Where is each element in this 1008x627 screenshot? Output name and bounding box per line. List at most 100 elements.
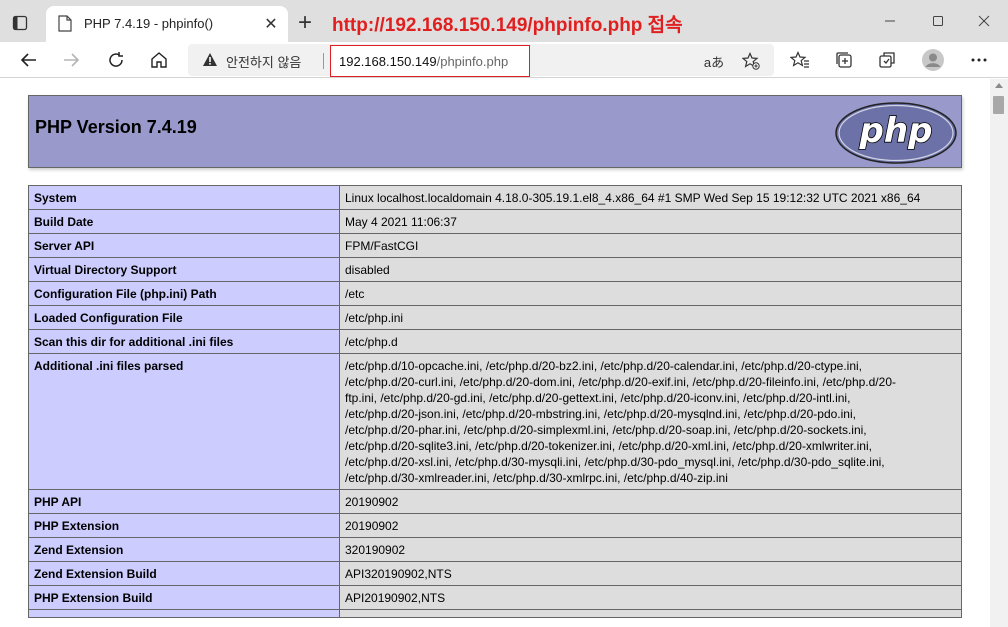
plus-icon[interactable]: + bbox=[292, 9, 318, 36]
row-value: May 4 2021 11:06:37 bbox=[339, 209, 962, 234]
row-key: Scan this dir for additional .ini files bbox=[28, 329, 340, 354]
row-key: PHP API bbox=[28, 489, 340, 514]
tab-title: PHP 7.4.19 - phpinfo() bbox=[84, 16, 214, 31]
row-value-line: /etc bbox=[345, 287, 365, 301]
minimize-icon[interactable] bbox=[876, 8, 904, 34]
row-value: Linux localhost.localdomain 4.18.0-305.1… bbox=[339, 185, 962, 210]
row-value-line: /etc/php.d/10-opcache.ini, /etc/php.d/20… bbox=[345, 359, 862, 373]
read-aloud-icon[interactable]: aあ bbox=[703, 50, 725, 72]
page-title: PHP Version 7.4.19 bbox=[35, 117, 197, 137]
table-row: PHP Extension 20190902 bbox=[28, 513, 962, 538]
row-value: /etc/php.d/10-opcache.ini, /etc/php.d/20… bbox=[339, 353, 962, 490]
url-field[interactable]: 192.168.150.149/phpinfo.php bbox=[330, 45, 530, 77]
row-key: PHP Extension bbox=[28, 513, 340, 538]
table-row: Build Date May 4 2021 11:06:37 bbox=[28, 209, 962, 234]
table-row: Zend Extension 320190902 bbox=[28, 537, 962, 562]
row-key bbox=[28, 609, 340, 618]
row-value-line: /etc/php.d/20-phar.ini, /etc/php.d/20-si… bbox=[345, 423, 867, 437]
row-value-line: May 4 2021 11:06:37 bbox=[345, 215, 457, 229]
row-key: Configuration File (php.ini) Path bbox=[28, 281, 340, 306]
favorites-icon[interactable] bbox=[785, 45, 815, 75]
row-value: /etc/php.d bbox=[339, 329, 962, 354]
table-row: PHP API 20190902 bbox=[28, 489, 962, 514]
row-key: Build Date bbox=[28, 209, 340, 234]
tab-phpinfo[interactable]: PHP 7.4.19 - phpinfo() ✕ bbox=[46, 6, 288, 42]
collections-icon[interactable] bbox=[829, 45, 859, 75]
close-icon[interactable]: ✕ bbox=[260, 13, 282, 35]
row-value: 20190902 bbox=[339, 513, 962, 538]
row-value: disabled bbox=[339, 257, 962, 282]
info-table: System Linux localhost.localdomain 4.18.0… bbox=[28, 185, 962, 618]
tab-actions-icon[interactable] bbox=[6, 9, 34, 37]
row-value: /etc/php.ini bbox=[339, 305, 962, 330]
maximize-icon[interactable] bbox=[924, 8, 952, 34]
row-value-line: API320190902,NTS bbox=[345, 567, 452, 581]
row-value: 20190902 bbox=[339, 489, 962, 514]
page-content[interactable]: PHP Version 7.4.19 php System Linux local… bbox=[0, 79, 990, 627]
row-value-line: /etc/php.ini bbox=[345, 311, 404, 325]
warning-icon[interactable] bbox=[202, 52, 218, 72]
row-value-line: ftp.ini, /etc/php.d/20-gd.ini, /etc/php.… bbox=[345, 391, 851, 405]
extensions-icon[interactable] bbox=[872, 45, 902, 75]
table-row bbox=[28, 609, 962, 618]
page-icon bbox=[58, 15, 74, 33]
tab-strip: PHP 7.4.19 - phpinfo() ✕ + http://192.16… bbox=[0, 0, 1008, 42]
table-row: Virtual Directory Support disabled bbox=[28, 257, 962, 282]
table-row: Additional .ini files parsed/etc/php.d/1… bbox=[28, 353, 962, 490]
row-value: /etc bbox=[339, 281, 962, 306]
toolbar: 안전하지 않음 192.168.150.149/phpinfo.php aあ bbox=[0, 42, 1008, 78]
row-value-line: /etc/php.d/20-xsl.ini, /etc/php.d/30-mys… bbox=[345, 455, 885, 469]
row-value: 320190902 bbox=[339, 537, 962, 562]
row-value-line: API20190902,NTS bbox=[345, 591, 446, 605]
home-icon[interactable] bbox=[144, 45, 174, 75]
table-row: Server API FPM/FastCGI bbox=[28, 233, 962, 258]
row-value-line: /etc/php.d/30-xmlreader.ini, /etc/php.d/… bbox=[345, 471, 728, 485]
row-value-line: /etc/php.d bbox=[345, 335, 398, 349]
table-row: Scan this dir for additional .ini files /… bbox=[28, 329, 962, 354]
more-icon[interactable] bbox=[964, 45, 994, 75]
divider bbox=[323, 53, 324, 69]
row-key: Zend Extension Build bbox=[28, 561, 340, 586]
url-host: 192.168.150.149 bbox=[339, 54, 437, 69]
annotation-text: http://192.168.150.149/phpinfo.php 접속 bbox=[332, 15, 683, 36]
scroll-up-icon[interactable] bbox=[995, 83, 1003, 88]
row-value-line: FPM/FastCGI bbox=[345, 239, 419, 253]
scroll-thumb[interactable] bbox=[993, 96, 1004, 114]
row-key: Additional .ini files parsed bbox=[28, 353, 340, 490]
row-value: FPM/FastCGI bbox=[339, 233, 962, 258]
refresh-icon[interactable] bbox=[101, 45, 131, 75]
row-key: Virtual Directory Support bbox=[28, 257, 340, 282]
table-row: Loaded Configuration File/etc/php.ini bbox=[28, 305, 962, 330]
row-value-line: 20190902 bbox=[345, 495, 399, 509]
row-value: API320190902,NTS bbox=[339, 561, 962, 586]
url-path: /phpinfo.php bbox=[436, 54, 509, 69]
row-value-line: Linux localhost.localdomain 4.18.0-305.1… bbox=[345, 191, 921, 205]
table-row: PHP Extension Build API20190902,NTS bbox=[28, 585, 962, 610]
table-row: System Linux localhost.localdomain 4.18.0… bbox=[28, 185, 962, 210]
row-key: System bbox=[28, 185, 340, 210]
back-arrow-icon[interactable] bbox=[14, 45, 44, 75]
row-key: Server API bbox=[28, 233, 340, 258]
row-key: PHP Extension Build bbox=[28, 585, 340, 610]
address-bar[interactable]: 안전하지 않음 192.168.150.149/phpinfo.php aあ bbox=[188, 44, 774, 77]
row-value-line: /etc/php.d/20-curl.ini, /etc/php.d/20-do… bbox=[345, 375, 896, 389]
row-key: Loaded Configuration File bbox=[28, 305, 340, 330]
row-value-line: /etc/php.d/20-json.ini, /etc/php.d/20-mb… bbox=[345, 407, 856, 421]
table-row: Configuration File (php.ini) Path/etc bbox=[28, 281, 962, 306]
not-secure-label[interactable]: 안전하지 않음 bbox=[226, 52, 301, 71]
table-row: Zend Extension Build API320190902,NTS bbox=[28, 561, 962, 586]
row-value-line: /etc/php.d/20-sqlite3.ini, /etc/php.d/20… bbox=[345, 439, 872, 453]
row-value-line: 20190902 bbox=[345, 519, 399, 533]
row-value-line: 320190902 bbox=[345, 543, 406, 557]
php-header: PHP Version 7.4.19 php bbox=[28, 95, 962, 168]
vertical-scrollbar[interactable] bbox=[990, 79, 1008, 627]
php-logo: php bbox=[835, 102, 957, 164]
window-close-icon[interactable] bbox=[970, 8, 998, 34]
row-key: Zend Extension bbox=[28, 537, 340, 562]
add-favorite-icon[interactable] bbox=[740, 50, 762, 72]
forward-arrow-icon[interactable] bbox=[56, 45, 86, 75]
profile-icon[interactable] bbox=[918, 45, 948, 75]
row-value-line: disabled bbox=[345, 263, 390, 277]
php-logo-text: php bbox=[859, 111, 933, 151]
row-value: API20190902,NTS bbox=[339, 585, 962, 610]
